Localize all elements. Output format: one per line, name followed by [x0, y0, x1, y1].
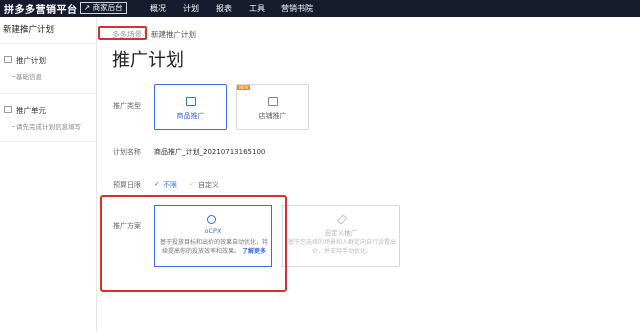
check-icon: ✓	[154, 180, 160, 188]
sidebar-divider	[0, 141, 96, 142]
sidebar-subitem-basic-info[interactable]: 基础信息	[16, 71, 42, 81]
check-icon: ✓	[189, 180, 195, 188]
sidebar-item-unit[interactable]: 推广单元	[16, 105, 46, 116]
plan-name-label: 计划名称	[113, 148, 141, 156]
nav-overview[interactable]: 概况	[150, 3, 166, 14]
indent-line-icon	[12, 126, 15, 127]
sidebar-subitem-unit-hint: 请先完成计划信息填写	[16, 123, 81, 131]
sidebar-divider	[0, 93, 96, 94]
new-badge: NEW	[237, 85, 251, 90]
top-navbar: 拼多多营销平台 ↗ 商家后台 概况 计划 报表 工具 营销书院	[0, 0, 640, 17]
highlight-box-breadcrumb	[98, 26, 147, 40]
gift-icon	[186, 97, 196, 106]
indent-line-icon	[12, 76, 15, 77]
nav-tools[interactable]: 工具	[249, 3, 265, 14]
sidebar: 新建推广计划 推广计划 基础信息 推广单元 请先完成计划信息填写	[0, 17, 97, 332]
budget-unlimited-option[interactable]: 不限	[163, 180, 177, 190]
budget-label: 预算日限	[113, 181, 141, 189]
promo-type-product-label: 商品推广	[176, 112, 205, 120]
promo-type-store-label: 店铺推广	[258, 112, 287, 120]
nav-reports[interactable]: 报表	[216, 3, 232, 14]
scheme-custom-desc: 基于您选择的场景和人群定向自行设置出价，并支持手动优化。	[287, 239, 396, 255]
promo-type-store-card[interactable]: NEW 店铺推广	[236, 84, 309, 130]
sidebar-item-plan[interactable]: 推广计划	[16, 55, 46, 66]
business-backend-label: 商家后台	[92, 3, 123, 12]
store-icon	[268, 97, 278, 106]
pen-icon	[336, 214, 348, 225]
promo-type-product-card[interactable]: 商品推广	[154, 84, 227, 130]
breadcrumb-current: 新建推广计划	[151, 30, 196, 39]
business-backend-link[interactable]: ↗ 商家后台	[80, 2, 127, 14]
sidebar-title: 新建推广计划	[0, 17, 96, 44]
scheme-custom-title: 自定义推广	[324, 229, 358, 237]
plan-name-input[interactable]: 商品推广_计划_20210713165100	[154, 147, 265, 157]
platform-logo[interactable]: 拼多多营销平台	[4, 1, 78, 16]
promo-type-label: 推广类型	[113, 102, 141, 110]
nav-academy[interactable]: 营销书院	[281, 3, 313, 14]
scheme-custom-card[interactable]: 自定义推广 基于您选择的场景和人群定向自行设置出价，并支持手动优化。	[282, 205, 400, 267]
highlight-box-scheme	[100, 195, 287, 292]
budget-custom-option[interactable]: 自定义	[198, 180, 219, 190]
unit-icon	[4, 106, 12, 113]
nav-plans[interactable]: 计划	[183, 3, 199, 14]
folder-icon	[4, 56, 12, 63]
page-title: 推广计划	[112, 50, 184, 71]
